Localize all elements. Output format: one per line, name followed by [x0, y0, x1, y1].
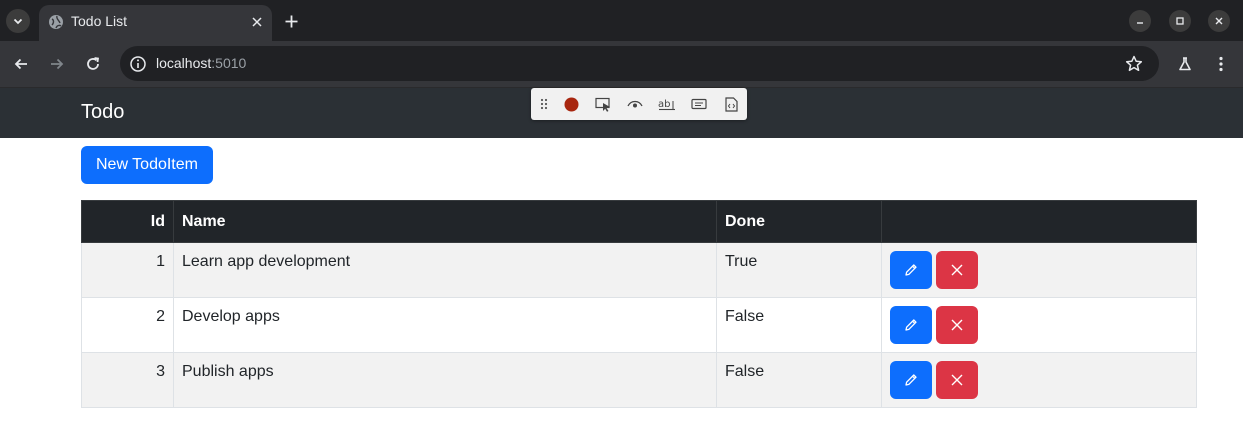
maximize-icon — [1176, 17, 1184, 25]
close-icon — [951, 264, 963, 276]
edit-button[interactable] — [890, 306, 932, 344]
cell-actions — [881, 297, 1197, 353]
cell-actions — [881, 242, 1197, 298]
cell-name: Learn app development — [173, 242, 717, 298]
table-row: 2 Develop apps False — [81, 297, 1197, 353]
delete-button[interactable] — [936, 251, 978, 289]
table-header-row: Id Name Done — [81, 200, 1197, 243]
url-host: localhost — [156, 55, 212, 71]
delete-button[interactable] — [936, 306, 978, 344]
reload-icon — [87, 57, 100, 70]
chevron-down-icon — [13, 18, 23, 25]
info-icon[interactable] — [129, 55, 147, 73]
pencil-icon — [905, 374, 917, 386]
cell-done: False — [716, 297, 882, 353]
delete-button[interactable] — [936, 361, 978, 399]
code-file-icon — [724, 96, 738, 112]
browser-toolbar: localhost:5010 — [0, 41, 1243, 88]
forward-button[interactable] — [46, 53, 68, 75]
cell-id: 1 — [81, 242, 174, 298]
edit-button[interactable] — [890, 361, 932, 399]
arrow-right-icon — [51, 58, 64, 70]
assert-text-button[interactable]: ab — [658, 95, 676, 113]
kebab-menu-icon — [1219, 56, 1223, 72]
new-tab-button[interactable] — [281, 11, 301, 31]
close-icon — [252, 17, 262, 27]
cell-done: False — [716, 352, 882, 408]
column-header-id: Id — [81, 200, 174, 243]
cursor-select-icon — [594, 97, 610, 112]
tab-close-button[interactable] — [248, 13, 266, 31]
reload-button[interactable] — [82, 53, 104, 75]
url-port: :5010 — [211, 55, 247, 71]
dev-toolbar: ab — [531, 88, 747, 120]
flask-icon — [1179, 57, 1191, 71]
cell-id: 3 — [81, 352, 174, 408]
window-close-button[interactable] — [1208, 10, 1230, 32]
cell-id: 2 — [81, 297, 174, 353]
new-todo-item-button[interactable]: New TodoItem — [81, 146, 213, 184]
pencil-icon — [905, 319, 917, 331]
input-field-icon — [691, 98, 707, 110]
pencil-icon — [905, 264, 917, 276]
navbar-brand[interactable]: Todo — [81, 101, 124, 124]
edit-button[interactable] — [890, 251, 932, 289]
svg-text:ab: ab — [658, 99, 670, 110]
close-icon — [951, 374, 963, 386]
eye-icon — [627, 100, 643, 108]
close-icon — [1215, 17, 1223, 25]
globe-icon — [49, 15, 63, 29]
record-icon — [564, 97, 578, 111]
cell-name: Develop apps — [173, 297, 717, 353]
record-button[interactable] — [562, 95, 580, 113]
pick-locator-button[interactable] — [594, 95, 612, 113]
drag-handle[interactable] — [535, 95, 553, 113]
back-button[interactable] — [10, 53, 32, 75]
assert-snapshot-button[interactable] — [722, 95, 740, 113]
close-icon — [951, 319, 963, 331]
cell-done: True — [716, 242, 882, 298]
cell-actions — [881, 352, 1197, 408]
table-row: 3 Publish apps False — [81, 352, 1197, 408]
drag-handle-icon — [540, 98, 548, 110]
browser-tab[interactable]: Todo List — [39, 5, 272, 41]
tab-title: Todo List — [71, 13, 128, 29]
column-header-actions — [881, 200, 1197, 243]
arrow-left-icon — [14, 58, 27, 70]
maximize-button[interactable] — [1169, 10, 1191, 32]
plus-icon — [285, 15, 297, 27]
star-icon[interactable] — [1124, 54, 1144, 74]
cell-name: Publish apps — [173, 352, 717, 408]
assert-value-button[interactable] — [690, 95, 708, 113]
address-bar[interactable]: localhost:5010 — [120, 46, 1159, 81]
assert-visibility-button[interactable] — [626, 95, 644, 113]
column-header-done: Done — [716, 200, 882, 243]
minimize-button[interactable] — [1129, 10, 1151, 32]
column-header-name: Name — [173, 200, 717, 243]
text-assert-icon: ab — [658, 99, 675, 111]
browser-tabstrip: Todo List — [0, 0, 1243, 41]
minimize-icon — [1137, 22, 1143, 24]
todo-table: Id Name Done 1 Learn app development Tru… — [81, 200, 1197, 408]
tab-search-button[interactable] — [6, 9, 30, 33]
table-row: 1 Learn app development True — [81, 242, 1197, 298]
browser-menu-button[interactable] — [1210, 53, 1232, 75]
url-text[interactable]: localhost:5010 — [156, 55, 246, 71]
labs-button[interactable] — [1174, 53, 1196, 75]
